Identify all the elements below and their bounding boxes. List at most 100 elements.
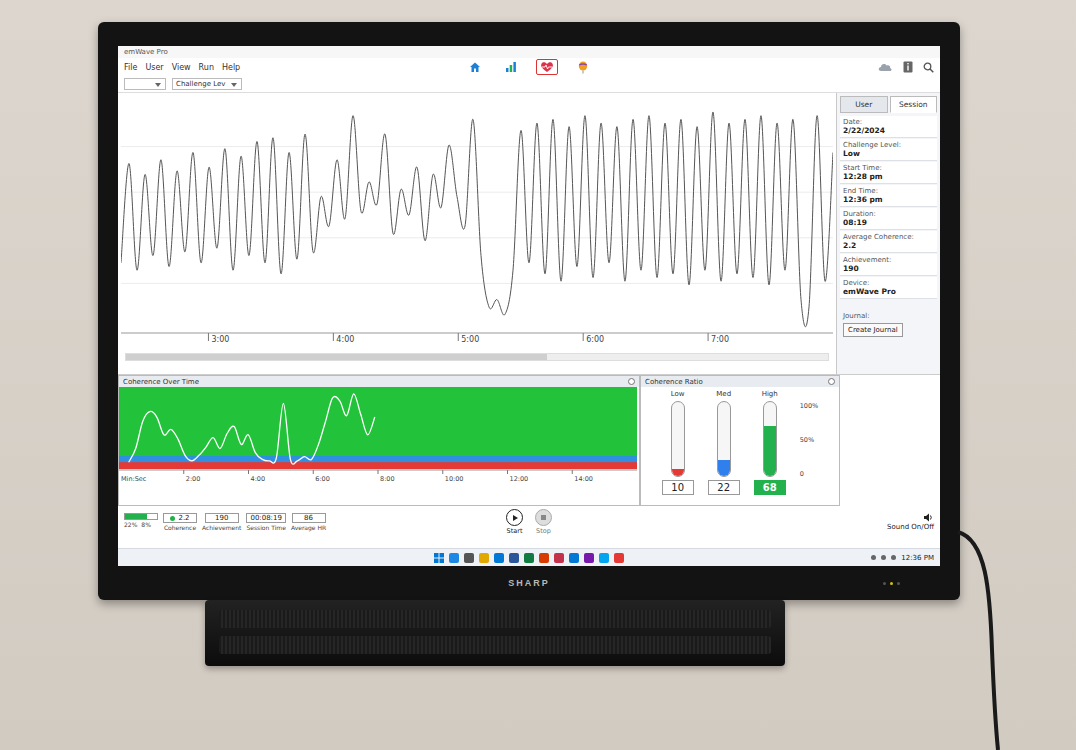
toolbar-button[interactable] (464, 59, 486, 75)
tab[interactable]: User (840, 96, 888, 113)
status-item: 190Achievement (202, 513, 241, 531)
x-tick: 12:00 (508, 470, 529, 483)
panel-header: Coherence Over Time (119, 376, 639, 387)
soundbar (205, 600, 785, 666)
tray-icon[interactable] (891, 555, 896, 560)
collapse-icon[interactable] (628, 378, 635, 385)
sound-toggle[interactable]: Sound On/Off (887, 513, 934, 531)
dropdown[interactable]: Challenge Lev (172, 78, 242, 90)
menu-item[interactable]: Run (199, 63, 214, 72)
taskbar-app-icon[interactable] (464, 553, 474, 563)
indicator-led (883, 582, 886, 585)
status-value: 190 (205, 513, 239, 523)
screen: emWave Pro File User View Run Help Challenge L… (118, 46, 940, 566)
side-panel: UserSessionDate:2/22/2024Challenge Level… (836, 93, 940, 374)
taskbar-app-icon[interactable] (554, 553, 564, 563)
session-field: Duration:08:19 (840, 208, 937, 230)
create-journal-button[interactable]: Create Journal (843, 323, 903, 337)
control-circle[interactable] (506, 509, 523, 526)
indicator-led (890, 582, 893, 585)
x-tick: 2:00 (184, 470, 201, 483)
coherence-over-time-panel: Coherence Over TimeMin:Sec2:004:006:008:… (118, 375, 640, 506)
stop-button[interactable]: Stop (535, 509, 552, 535)
ratio-body: Low10Med22High68100%50%0 (641, 387, 839, 505)
tray-icon[interactable] (881, 555, 886, 560)
control-label: Start (507, 527, 523, 535)
tabs: UserSession (840, 96, 937, 113)
scroll-thumb[interactable] (126, 354, 547, 360)
cloud-icon[interactable] (877, 62, 893, 72)
menu-item[interactable]: User (145, 63, 163, 72)
field-value: 2.2 (843, 241, 934, 250)
taskbar-app-icon[interactable] (539, 553, 549, 563)
panel-title: Coherence Ratio (645, 378, 703, 386)
session-field: Device:emWave Pro (840, 277, 937, 299)
scale-label: 100% (800, 402, 819, 410)
panel-header: Coherence Ratio (641, 376, 839, 387)
home-icon (469, 61, 481, 73)
mini-meter-labels: 22%8% (124, 521, 158, 528)
scale-label: 0 (800, 470, 819, 478)
ratio-fill (718, 460, 730, 476)
tv: emWave Pro File User View Run Help Challenge L… (98, 22, 960, 600)
balloon-icon (577, 61, 589, 74)
x-tick: 3:00 (208, 333, 229, 344)
taskbar-app-icon[interactable] (599, 553, 609, 563)
field-value: 12:36 pm (843, 195, 934, 204)
ratio-column: Med22 (708, 390, 740, 502)
menu-row: File User View Run Help (118, 58, 940, 76)
field-value: 190 (843, 264, 934, 273)
field-value: 2/22/2024 (843, 126, 934, 135)
clock: 12:36 PM (901, 554, 934, 562)
taskbar-app-icon[interactable] (524, 553, 534, 563)
taskbar-app-icon[interactable] (494, 553, 504, 563)
taskbar-app-icon[interactable] (569, 553, 579, 563)
info-icon[interactable] (903, 61, 913, 73)
taskbar-app-icon[interactable] (479, 553, 489, 563)
coherence-ratio-panel: Coherence RatioLow10Med22High68100%50%0 (640, 375, 840, 506)
toolbar (464, 59, 594, 75)
coherence-line (129, 394, 375, 464)
menu-item[interactable]: File (124, 63, 137, 72)
mini-meter-track (124, 513, 158, 520)
journal-label: Journal: (843, 312, 934, 320)
status-label: Average HR (291, 524, 326, 531)
mini-meter-label: 8% (141, 521, 151, 528)
system-tray: 12:36 PM (871, 554, 934, 562)
ratio-column: High68 (754, 390, 786, 502)
grid-line (121, 283, 833, 284)
x-tick: 5:00 (458, 333, 479, 344)
menu-item[interactable]: Help (222, 63, 240, 72)
taskbar-icons (434, 553, 624, 563)
field-value: emWave Pro (843, 287, 934, 296)
control-circle[interactable] (535, 509, 552, 526)
windows-start-icon[interactable] (434, 553, 444, 563)
status-item: 2.2Coherence (163, 513, 197, 531)
toolbar-button[interactable] (536, 59, 558, 75)
ratio-fill (764, 426, 776, 476)
main-area: 3:004:005:006:007:00UserSessionDate:2/22… (118, 92, 940, 374)
dropdown[interactable] (124, 78, 166, 90)
search-icon[interactable] (923, 62, 934, 73)
taskbar-app-icon[interactable] (584, 553, 594, 563)
taskbar-app-icon[interactable] (509, 553, 519, 563)
mini-meter: 22%8% (124, 513, 158, 528)
field-value: Low (843, 149, 934, 158)
field-label: End Time: (843, 187, 934, 195)
ratio-scale: 100%50%0 (800, 402, 819, 478)
tab[interactable]: Session (890, 96, 938, 113)
tray-icon[interactable] (871, 555, 876, 560)
toolbar-button[interactable] (500, 59, 522, 75)
field-label: Start Time: (843, 164, 934, 172)
scrollbar[interactable] (125, 353, 829, 361)
taskbar: 12:36 PM (118, 548, 940, 566)
low-band (119, 462, 637, 469)
start-button[interactable]: Start (506, 509, 523, 535)
collapse-icon[interactable] (828, 378, 835, 385)
x-tick: 14:00 (572, 470, 593, 483)
toolbar-button[interactable] (572, 59, 594, 75)
svg-text:4:00: 4:00 (251, 475, 266, 483)
taskbar-app-icon[interactable] (614, 553, 624, 563)
menu-item[interactable]: View (172, 63, 191, 72)
taskbar-app-icon[interactable] (449, 553, 459, 563)
